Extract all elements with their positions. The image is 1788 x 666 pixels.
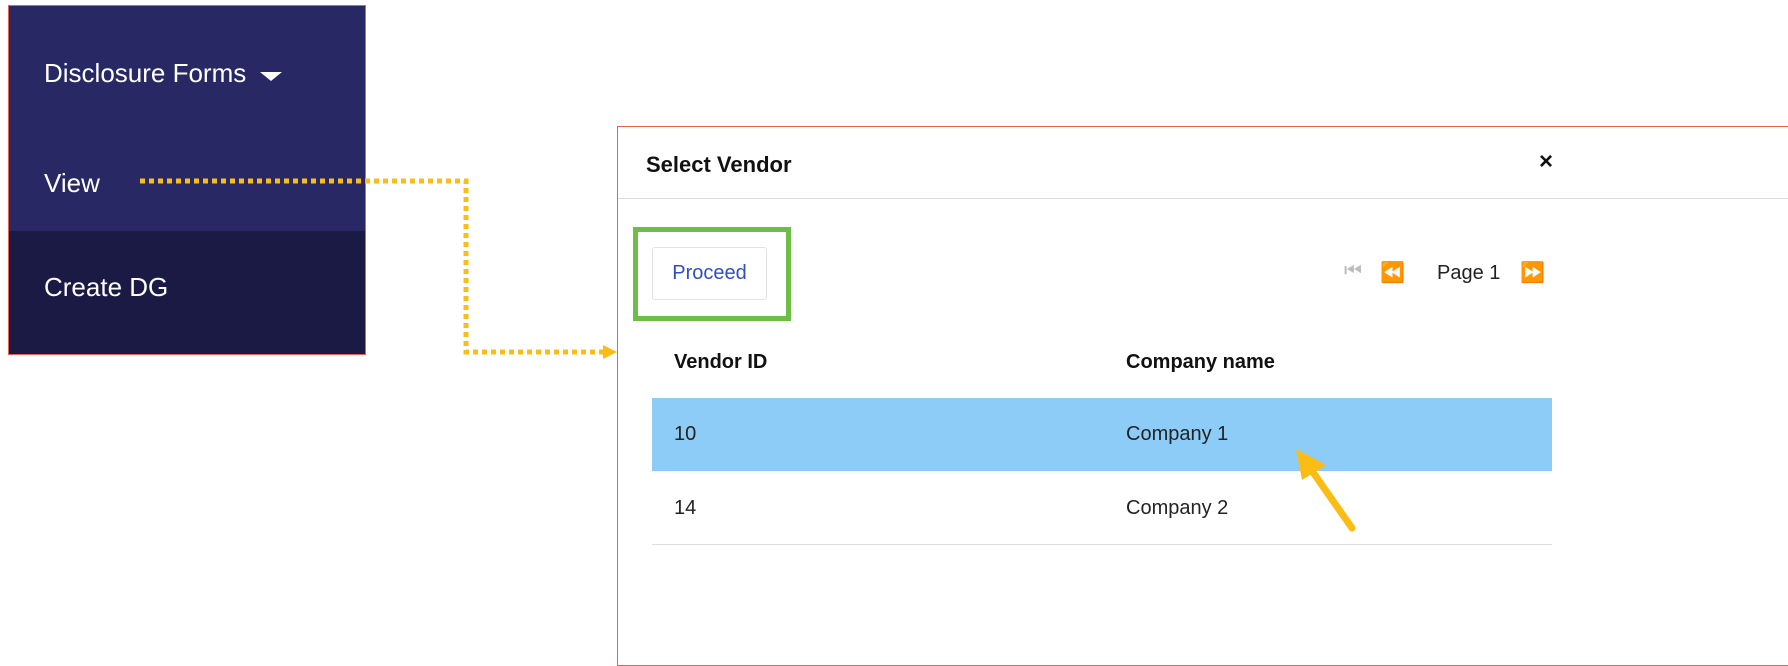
annotation-arrow-icon (1296, 449, 1356, 532)
